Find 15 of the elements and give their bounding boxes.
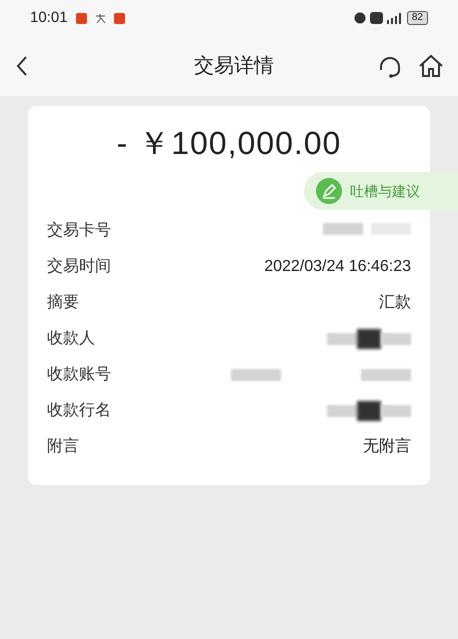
field-label: 摘要 [47, 292, 79, 314]
page-title: 交易详情 [194, 54, 274, 79]
field-label: 收款账号 [47, 365, 111, 386]
field-value: 2022/03/24 16:46:23 [264, 257, 411, 278]
field-label: 收款行名 [47, 401, 111, 422]
status-time: 10:01 [30, 8, 68, 28]
field-value: 无附言 [363, 436, 411, 458]
battery-level: 82 [406, 11, 428, 25]
field-label: 交易卡号 [47, 220, 111, 242]
field-label: 交易时间 [47, 256, 111, 278]
amount: - ￥100,000.00 [116, 126, 342, 162]
field-label: 收款人 [47, 329, 95, 350]
field-label: 附言 [47, 436, 79, 458]
feedback-button[interactable]: 吐槽与建议 [304, 172, 458, 210]
field-value: 汇款 [379, 293, 411, 314]
